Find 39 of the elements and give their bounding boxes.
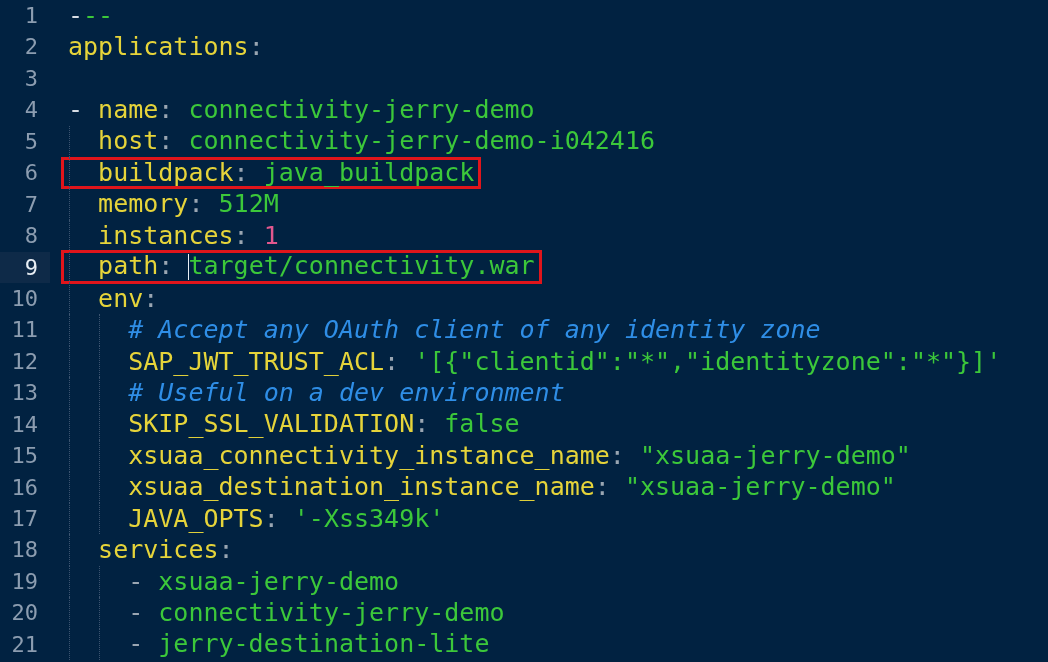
code-line: SKIP_SSL_VALIDATION: false [127, 408, 521, 441]
code-line: services: [97, 534, 235, 567]
line-number: 12 [10, 347, 39, 376]
line-number: 6 [23, 159, 39, 188]
line-number: 17 [10, 505, 39, 533]
code-line: env: [97, 282, 160, 315]
code-line: - connectivity-jerry-demo [127, 597, 506, 630]
line-number: 20 [10, 599, 39, 628]
code-line: - name: connectivity-jerry-demo [67, 94, 536, 127]
line-number: 15 [10, 442, 39, 471]
code-line: JAVA_OPTS: '-Xss349k' [127, 502, 446, 535]
line-number: 2 [23, 33, 39, 62]
line-number: 21 [10, 630, 39, 659]
code-line: xsuaa_connectivity_instance_name: "xsuaa-jerry-demo" [127, 439, 912, 472]
code-line: # Useful on a dev environment [127, 376, 566, 409]
code-line: instances: 1 [97, 219, 280, 252]
line-number: 18 [10, 536, 39, 565]
line-number: 11 [10, 316, 39, 345]
line-number: 1 [23, 2, 39, 30]
code-line: xsuaa_destination_instance_name: "xsuaa-jerry-demo" [127, 471, 897, 504]
line-number: 3 [23, 64, 39, 93]
line-number: 19 [10, 567, 39, 596]
code-line: - xsuaa-jerry-demo [127, 565, 401, 598]
line-number: 16 [10, 473, 39, 502]
line-number: 14 [10, 410, 39, 439]
code-line: # Accept any OAuth client of any identity zone [127, 314, 822, 347]
code-line: --- [67, 0, 115, 32]
line-number: 7 [23, 190, 39, 219]
line-number: 9 [0, 251, 50, 283]
code-line: memory: 512M [97, 188, 280, 221]
line-number: 10 [10, 284, 39, 313]
line-number: 5 [23, 127, 39, 156]
code-line: applications: [67, 31, 265, 64]
code-line: - jerry-destination-lite [127, 628, 491, 661]
code-line: host: connectivity-jerry-demo-i042416 [97, 125, 656, 158]
line-number: 8 [23, 222, 39, 251]
line-number: 13 [10, 379, 39, 408]
line-number: 4 [23, 96, 39, 125]
code-line: SAP_JWT_TRUST_ACL: '[{"clientid":"*","identityzone":"*"}]' [127, 345, 1003, 378]
